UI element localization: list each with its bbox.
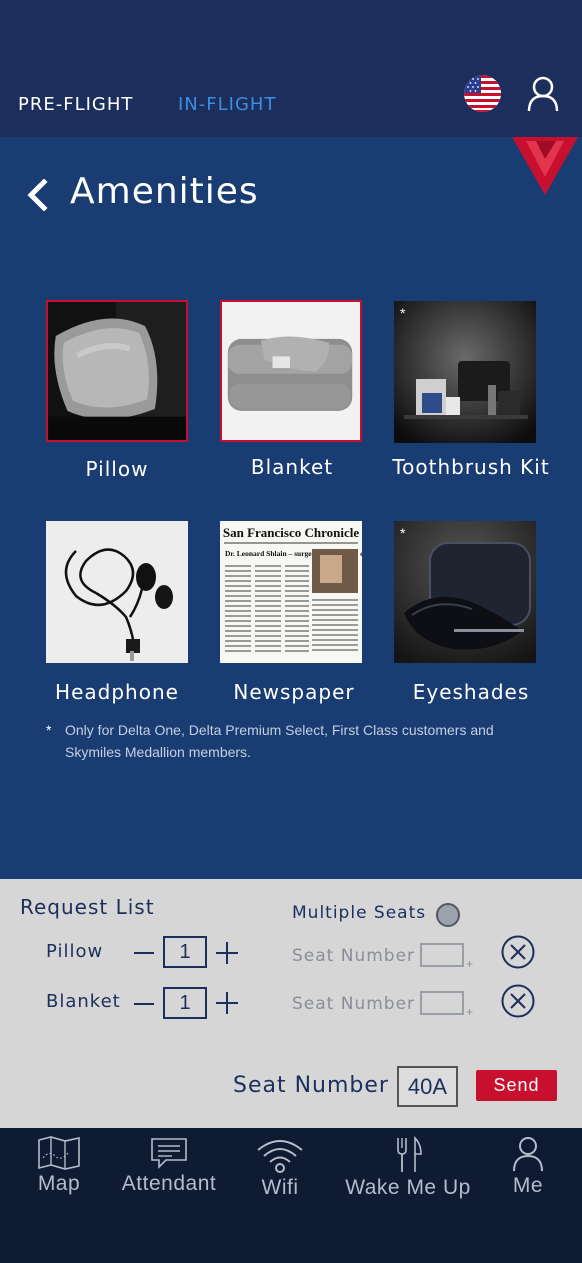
pillow-seat-add[interactable]: + [466,957,473,971]
svg-text:San Francisco Chronicle: San Francisco Chronicle [223,525,359,540]
blanket-seat-input[interactable] [420,991,464,1015]
amenity-label-toothbrush-kit: Toothbrush Kit [392,455,550,479]
tab-map-label: Map [37,1172,81,1195]
premium-footnote: * Only for Delta One, Delta Premium Sele… [46,719,546,763]
request-list-panel: Request List Multiple Seats Pillow 1 Sea… [0,879,582,1128]
tab-wifi-label: Wifi [261,1176,299,1199]
user-icon [513,1137,543,1172]
tab-wifi[interactable]: Wifi [250,1136,310,1200]
pillow-seat-input[interactable] [420,943,464,967]
status-area [0,0,582,70]
request-list-title: Request List [20,895,155,919]
amenity-tile-headphone[interactable] [46,521,188,663]
amenity-label-pillow: Pillow [85,457,149,481]
multiple-seats-label: Multiple Seats [292,903,427,923]
pillow-quantity[interactable]: 1 [163,936,207,968]
wifi-icon [257,1140,303,1173]
amenities-panel: Amenities * Pillow Blanket Toothbrush Ki… [0,137,582,879]
page-title: Amenities [70,171,259,212]
newspaper-image: San Francisco Chronicle Dr. Leonard Shla… [220,521,362,663]
amenity-label-blanket: Blanket [250,455,334,479]
tab-map[interactable]: Map [28,1136,90,1196]
amenity-tile-eyeshades[interactable]: * [394,521,536,663]
seat-number-label: Seat Number [233,1073,389,1098]
premium-marker: * [400,305,406,321]
blanket-seat-label: Seat Number [292,994,416,1014]
amenity-tile-toothbrush-kit[interactable]: * [394,301,536,443]
bottom-tab-bar: Map Attendant Wifi Wake Me Up Me [0,1128,582,1263]
tab-pre-flight[interactable]: PRE-FLIGHT [18,94,133,115]
eyeshades-image [394,521,536,663]
tab-attendant[interactable]: Attendant [114,1136,224,1196]
blanket-image [222,302,360,440]
remove-pillow-icon[interactable] [501,935,535,969]
blanket-quantity[interactable]: 1 [163,987,207,1019]
tab-me[interactable]: Me [508,1136,548,1198]
profile-user-icon[interactable] [526,76,560,112]
delta-logo-icon [512,137,578,195]
increase-pillow-button[interactable] [216,942,238,964]
remove-blanket-icon[interactable] [501,984,535,1018]
increase-blanket-button[interactable] [216,992,238,1014]
fork-knife-icon [397,1136,422,1172]
footnote-marker: * [46,722,52,738]
tab-wake-me-up[interactable]: Wake Me Up [338,1136,478,1200]
amenity-tile-blanket[interactable] [220,300,362,442]
toothbrush-kit-image [394,301,536,443]
tab-wake-me-up-label: Wake Me Up [345,1176,471,1199]
map-icon [38,1136,80,1170]
tab-me-label: Me [512,1174,544,1197]
headphone-image [46,521,188,663]
send-button[interactable]: Send [476,1070,557,1101]
request-item-name-blanket: Blanket [46,991,121,1012]
decrease-blanket-button[interactable] [134,1003,154,1005]
chat-icon [151,1138,187,1169]
us-flag-icon[interactable] [464,75,501,112]
tab-in-flight[interactable]: IN-FLIGHT [178,94,276,115]
pillow-image [48,302,186,440]
request-item-name-pillow: Pillow [46,941,104,962]
footnote-text: Only for Delta One, Delta Premium Select… [65,722,494,760]
back-chevron-icon[interactable] [26,178,48,212]
premium-marker: * [400,525,406,541]
amenity-label-headphone: Headphone [55,680,179,704]
multiple-seats-radio[interactable] [436,903,460,927]
amenity-tile-newspaper[interactable]: San Francisco Chronicle Dr. Leonard Shla… [220,521,362,663]
decrease-pillow-button[interactable] [134,952,154,954]
amenity-label-newspaper: Newspaper [233,680,355,704]
top-nav: PRE-FLIGHT IN-FLIGHT [0,70,582,137]
pillow-seat-label: Seat Number [292,946,416,966]
tab-attendant-label: Attendant [121,1172,217,1195]
amenity-label-eyeshades: Eyeshades [412,680,530,704]
seat-number-field[interactable]: 40A [397,1066,458,1107]
blanket-seat-add[interactable]: + [466,1005,473,1019]
amenity-tile-pillow[interactable] [46,300,188,442]
